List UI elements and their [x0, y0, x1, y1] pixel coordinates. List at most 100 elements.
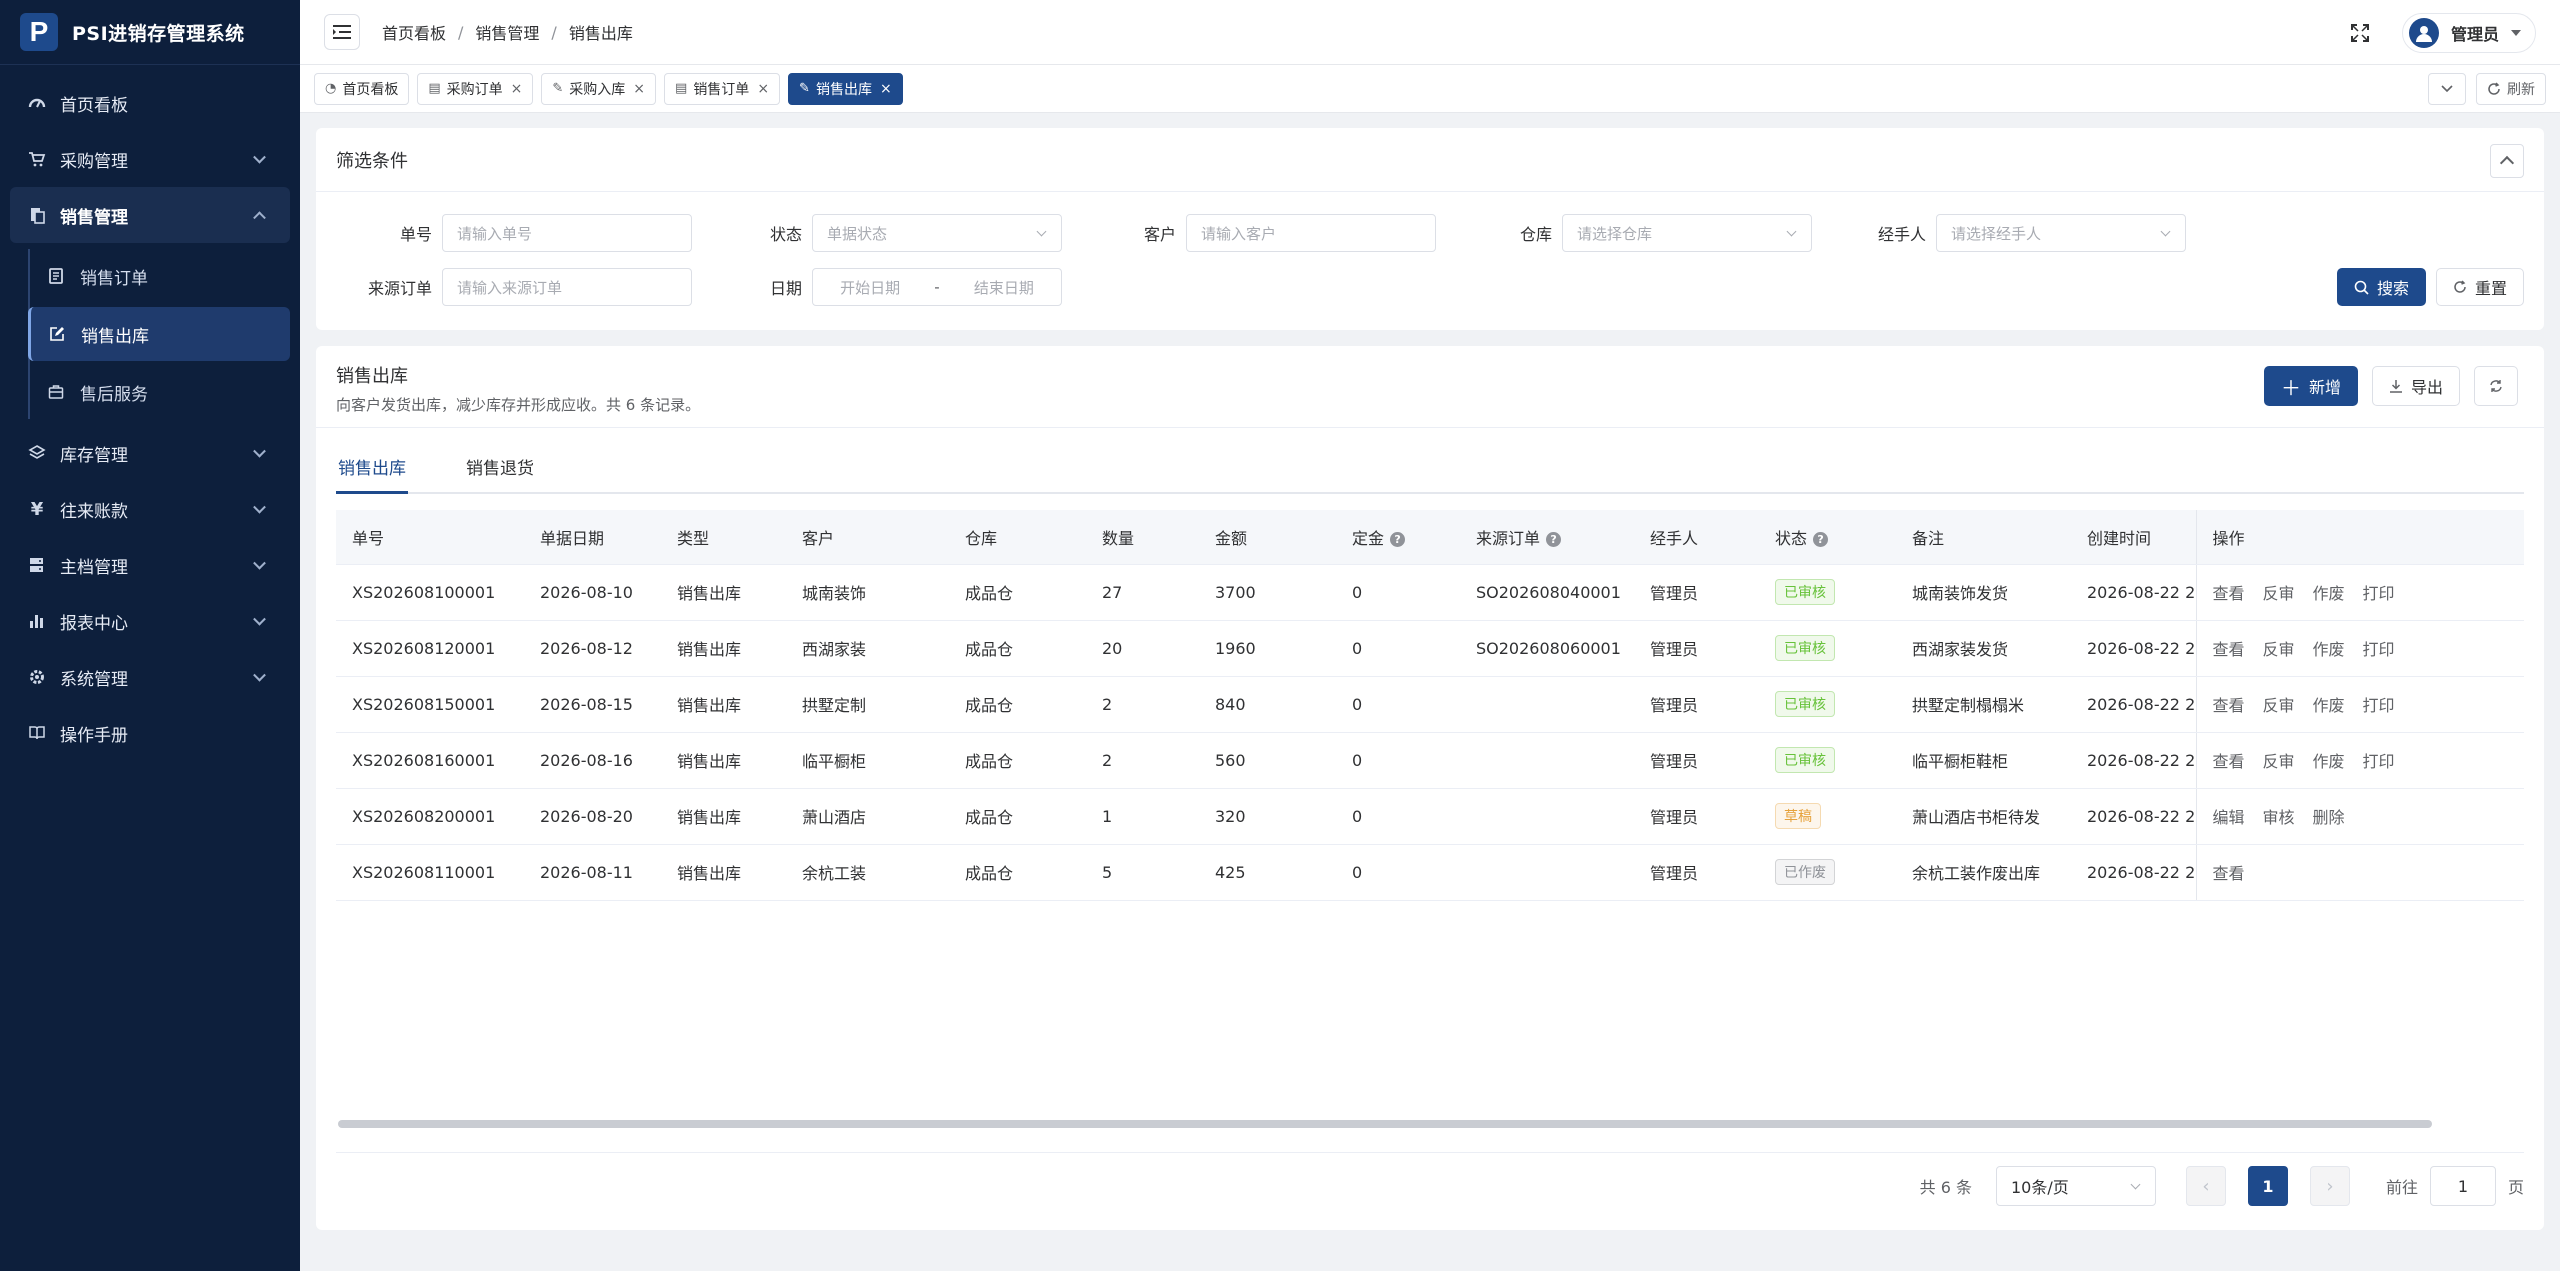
- row-action-link[interactable]: 打印: [2363, 696, 2395, 715]
- cell-handler: 管理员: [1634, 564, 1759, 621]
- horizontal-scrollbar[interactable]: [338, 1120, 2432, 1128]
- close-icon[interactable]: ×: [511, 81, 523, 97]
- row-action-link[interactable]: 审核: [2263, 808, 2295, 827]
- fullscreen-button[interactable]: [2348, 21, 2372, 45]
- user-menu[interactable]: 管理员: [2401, 12, 2536, 53]
- sidebar-item-master-data[interactable]: 主档管理: [0, 537, 300, 593]
- column-header: 单据日期: [524, 510, 661, 565]
- row-action-link[interactable]: 查看: [2213, 752, 2245, 771]
- breadcrumb-item[interactable]: 首页看板: [382, 20, 446, 44]
- sidebar-item-sales-order[interactable]: 销售订单: [30, 249, 290, 303]
- status-select[interactable]: 单据状态: [812, 214, 1062, 252]
- handler-select[interactable]: 请选择经手人: [1936, 214, 2186, 252]
- row-action-link[interactable]: 查看: [2213, 696, 2245, 715]
- reload-button[interactable]: [2474, 366, 2518, 406]
- export-button[interactable]: 导出: [2371, 366, 2460, 406]
- collapse-filter-button[interactable]: [2490, 144, 2524, 178]
- row-action-link[interactable]: 查看: [2213, 640, 2245, 659]
- row-action-link[interactable]: 打印: [2363, 752, 2395, 771]
- row-action-link[interactable]: 查看: [2213, 584, 2245, 603]
- column-header: 状态?: [1759, 510, 1896, 565]
- row-action-link[interactable]: 编辑: [2213, 808, 2245, 827]
- chevron-down-icon: [2441, 85, 2453, 93]
- order-no-input[interactable]: 请输入单号: [442, 214, 692, 252]
- search-button[interactable]: 搜索: [2336, 268, 2426, 306]
- date-range-picker[interactable]: 开始日期 - 结束日期: [812, 268, 1062, 306]
- row-action-link[interactable]: 作废: [2313, 696, 2345, 715]
- row-action-link[interactable]: 打印: [2363, 640, 2395, 659]
- sidebar-item-after-sales[interactable]: 售后服务: [30, 365, 290, 419]
- row-action-link[interactable]: 作废: [2313, 640, 2345, 659]
- row-action-link[interactable]: 反审: [2263, 584, 2295, 603]
- row-action-link[interactable]: 反审: [2263, 696, 2295, 715]
- page-number[interactable]: 1: [2247, 1166, 2288, 1206]
- tab-dashboard[interactable]: ◔ 首页看板: [314, 72, 410, 105]
- start-date[interactable]: 开始日期: [840, 277, 900, 298]
- sidebar-item-label: 操作手册: [60, 725, 128, 746]
- sidebar-item-inventory[interactable]: 库存管理: [0, 425, 300, 481]
- tab-purchase-inbound[interactable]: ✎ 采购入库 ×: [541, 72, 657, 105]
- date-separator: -: [934, 278, 940, 296]
- tab-sales-return[interactable]: 销售退货: [464, 454, 536, 494]
- menu-toggle-button[interactable]: [324, 14, 360, 50]
- tab-sales-outbound[interactable]: ✎ 销售出库 ×: [788, 72, 903, 105]
- gear-icon: [26, 668, 48, 686]
- row-action-link[interactable]: 作废: [2313, 584, 2345, 603]
- row-action-link[interactable]: 反审: [2263, 640, 2295, 659]
- tab-label: 采购入库: [569, 81, 626, 98]
- cell-no: XS202608110001: [336, 844, 524, 901]
- cell-amount: 3700: [1199, 564, 1336, 621]
- sidebar-item-manual[interactable]: 操作手册: [0, 705, 300, 761]
- row-action-link[interactable]: 查看: [2213, 864, 2245, 883]
- sidebar-item-purchase[interactable]: 采购管理: [0, 131, 300, 187]
- help-icon[interactable]: ?: [1813, 531, 1829, 547]
- end-date[interactable]: 结束日期: [974, 277, 1034, 298]
- row-action-link[interactable]: 打印: [2363, 584, 2395, 603]
- tabs-dropdown-button[interactable]: [2428, 73, 2466, 105]
- help-icon[interactable]: ?: [1390, 531, 1406, 547]
- row-action-link[interactable]: 删除: [2313, 808, 2345, 827]
- row-action-link[interactable]: 反审: [2263, 752, 2295, 771]
- refresh-icon: [2490, 380, 2502, 392]
- tab-purchase-order[interactable]: ▤ 采购订单 ×: [417, 72, 534, 105]
- sidebar-item-label: 库存管理: [60, 445, 128, 466]
- close-icon[interactable]: ×: [880, 81, 892, 97]
- layers-icon: [26, 444, 48, 462]
- close-icon[interactable]: ×: [633, 81, 645, 97]
- refresh-label: 刷新: [2507, 82, 2535, 98]
- sidebar-item-accounts[interactable]: ¥ 往来账款: [0, 481, 300, 537]
- goto-page-input[interactable]: 1: [2429, 1166, 2496, 1206]
- tab-sales-order[interactable]: ▤ 销售订单 ×: [664, 72, 781, 105]
- add-button[interactable]: ＋ 新增: [2263, 366, 2358, 406]
- sidebar-item-system[interactable]: 系统管理: [0, 649, 300, 705]
- cell-handler: 管理员: [1634, 620, 1759, 677]
- sidebar-item-sales[interactable]: 销售管理: [10, 187, 290, 243]
- help-icon[interactable]: ?: [1546, 531, 1562, 547]
- refresh-button[interactable]: 刷新: [2476, 73, 2546, 105]
- tab-sales-outbound[interactable]: 销售出库: [336, 454, 408, 494]
- cell-source: [1460, 788, 1634, 845]
- sidebar-item-reports[interactable]: 报表中心: [0, 593, 300, 649]
- warehouse-select[interactable]: 请选择仓库: [1562, 214, 1812, 252]
- sidebar-item-label: 售后服务: [80, 384, 148, 405]
- breadcrumb-item[interactable]: 销售管理: [475, 20, 539, 44]
- column-header: 客户: [786, 510, 949, 565]
- placeholder: 请输入客户: [1201, 224, 1277, 243]
- cell-qty: 1: [1086, 788, 1199, 845]
- row-action-link[interactable]: 作废: [2313, 752, 2345, 771]
- page-size-select[interactable]: 10条/页: [1995, 1166, 2156, 1206]
- close-icon[interactable]: ×: [757, 81, 769, 97]
- prev-page-button[interactable]: ‹: [2185, 1166, 2226, 1206]
- sidebar-item-sales-outbound[interactable]: 销售出库: [28, 307, 290, 361]
- source-order-input[interactable]: 请输入来源订单: [442, 268, 692, 306]
- customer-input[interactable]: 请输入客户: [1186, 214, 1436, 252]
- cell-qty: 27: [1086, 564, 1199, 621]
- menu-fold-icon: [333, 25, 351, 39]
- column-header: 仓库: [949, 510, 1086, 565]
- brand: P PSI进销存管理系统: [0, 0, 300, 65]
- reset-button[interactable]: 重置: [2435, 268, 2524, 306]
- cell-created: 2026-08-22 20:: [2071, 564, 2196, 621]
- sidebar-item-dashboard[interactable]: 首页看板: [0, 75, 300, 131]
- next-page-button[interactable]: ›: [2309, 1166, 2350, 1206]
- reset-label: 重置: [2474, 279, 2507, 298]
